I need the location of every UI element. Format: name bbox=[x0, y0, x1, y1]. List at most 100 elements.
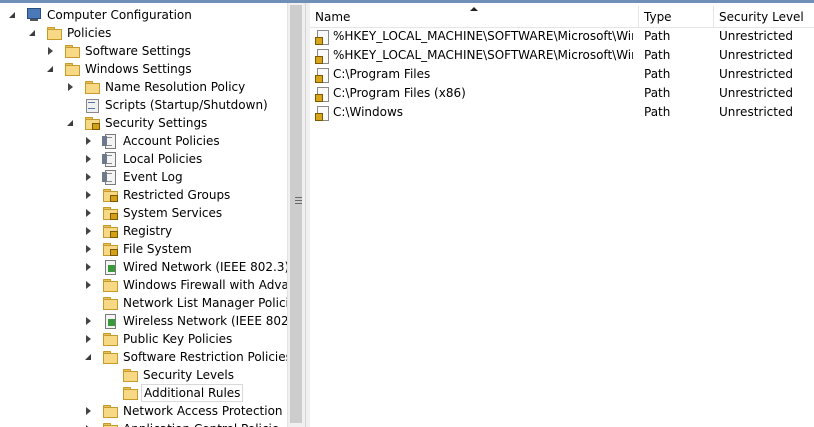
column-header-security-level[interactable]: Security Level bbox=[714, 6, 814, 27]
tree-node-label: Policies bbox=[67, 26, 112, 40]
cell-level: Unrestricted bbox=[719, 67, 793, 81]
expanded-triangle-icon[interactable] bbox=[28, 24, 38, 42]
cell-type: Path bbox=[644, 105, 671, 119]
tree-node-label: Account Policies bbox=[123, 134, 220, 148]
tree-node-label: Network Access Protection bbox=[123, 404, 283, 418]
folder-icon bbox=[102, 295, 118, 311]
tree-node[interactable]: Local Policies bbox=[0, 150, 287, 168]
expanded-triangle-icon[interactable] bbox=[66, 114, 76, 132]
console-tree[interactable]: Computer Configuration Policies Software S… bbox=[0, 3, 287, 427]
tree-node[interactable]: System Services bbox=[0, 204, 287, 222]
collapsed-triangle-icon[interactable] bbox=[84, 222, 94, 240]
list-item[interactable]: C:\Program Files (x86) Path Unrestricted bbox=[310, 84, 814, 103]
tree-node[interactable]: Scripts (Startup/Shutdown) bbox=[0, 96, 287, 114]
list-item[interactable]: C:\Windows Path Unrestricted bbox=[310, 103, 814, 122]
tree-node[interactable]: Computer Configuration bbox=[0, 6, 287, 24]
tree-node-label: File System bbox=[123, 242, 192, 256]
column-header-name[interactable]: Name bbox=[310, 6, 639, 27]
tree-node[interactable]: Security Levels bbox=[0, 366, 287, 384]
collapsed-triangle-icon[interactable] bbox=[84, 240, 94, 258]
tree-node[interactable]: Windows Firewall with Advanc bbox=[0, 276, 287, 294]
tree-scrollbar-thumb[interactable] bbox=[290, 5, 302, 423]
tree-node[interactable]: Network List Manager Policies bbox=[0, 294, 287, 312]
column-header-name-label: Name bbox=[315, 10, 351, 24]
column-header-security-level-label: Security Level bbox=[719, 10, 804, 24]
tree-node-label: Wireless Network (IEEE 802.11) bbox=[123, 314, 287, 328]
rules-list-view[interactable]: Name Type Security Level %HKEY_LOCAL_MAC… bbox=[310, 3, 814, 427]
tree-node[interactable]: Registry bbox=[0, 222, 287, 240]
list-item[interactable]: C:\Program Files Path Unrestricted bbox=[310, 65, 814, 84]
tree-node[interactable]: Account Policies bbox=[0, 132, 287, 150]
folder-icon bbox=[102, 349, 118, 365]
tree-node[interactable]: Wired Network (IEEE 802.3) Pol bbox=[0, 258, 287, 276]
tree-node-label: Software Restriction Policies bbox=[123, 350, 287, 364]
folder-icon bbox=[64, 43, 80, 59]
collapsed-triangle-icon[interactable] bbox=[84, 420, 94, 427]
collapsed-triangle-icon[interactable] bbox=[84, 402, 94, 420]
tree-node[interactable]: Restricted Groups bbox=[0, 186, 287, 204]
tree-node-label: Windows Settings bbox=[85, 62, 192, 76]
tree-node[interactable]: Policies bbox=[0, 24, 287, 42]
tree-node[interactable]: Public Key Policies bbox=[0, 330, 287, 348]
tree-node-label: Security Levels bbox=[143, 368, 235, 382]
list-item[interactable]: %HKEY_LOCAL_MACHINE\SOFTWARE\Microsoft\W… bbox=[310, 27, 814, 46]
policy-icon bbox=[102, 133, 118, 149]
cell-level: Unrestricted bbox=[719, 48, 793, 62]
collapsed-triangle-icon[interactable] bbox=[84, 186, 94, 204]
cell-level: Unrestricted bbox=[719, 105, 793, 119]
column-header-type[interactable]: Type bbox=[639, 6, 714, 27]
lock-folder-icon bbox=[102, 187, 118, 203]
tree-node-label: Local Policies bbox=[123, 152, 203, 166]
tree-node[interactable]: Network Access Protection bbox=[0, 402, 287, 420]
cell-type: Path bbox=[644, 67, 671, 81]
tree-node-label: Scripts (Startup/Shutdown) bbox=[105, 98, 268, 112]
collapsed-triangle-icon[interactable] bbox=[84, 132, 94, 150]
tree-node[interactable]: File System bbox=[0, 240, 287, 258]
tree-node-label: Windows Firewall with Advanc bbox=[123, 278, 287, 292]
tree-node-label: Software Settings bbox=[85, 44, 191, 58]
tree-node-label: Wired Network (IEEE 802.3) Pol bbox=[123, 260, 287, 274]
path-rule-icon bbox=[314, 86, 330, 102]
folder-icon bbox=[102, 277, 118, 293]
tree-vertical-scrollbar[interactable] bbox=[287, 3, 305, 427]
cell-name: %HKEY_LOCAL_MACHINE\SOFTWARE\Microsoft\W… bbox=[333, 48, 633, 62]
policy-icon bbox=[102, 151, 118, 167]
expanded-triangle-icon[interactable] bbox=[8, 6, 18, 24]
expanded-triangle-icon[interactable] bbox=[46, 60, 56, 78]
collapsed-triangle-icon[interactable] bbox=[84, 204, 94, 222]
folder-icon bbox=[102, 403, 118, 419]
collapsed-triangle-icon[interactable] bbox=[84, 150, 94, 168]
tree-node-label: Public Key Policies bbox=[123, 332, 233, 346]
collapsed-triangle-icon[interactable] bbox=[66, 78, 76, 96]
folder-icon bbox=[122, 385, 138, 401]
collapsed-triangle-icon[interactable] bbox=[84, 258, 94, 276]
tree-node-label: Application Control Policie bbox=[121, 420, 281, 427]
tree-node[interactable]: Software Restriction Policies bbox=[0, 348, 287, 366]
list-item[interactable]: %HKEY_LOCAL_MACHINE\SOFTWARE\Microsoft\W… bbox=[310, 46, 814, 65]
cell-type: Path bbox=[644, 48, 671, 62]
path-rule-icon bbox=[314, 105, 330, 121]
cell-name: C:\Windows bbox=[333, 105, 404, 119]
tree-node[interactable]: Windows Settings bbox=[0, 60, 287, 78]
collapsed-triangle-icon[interactable] bbox=[84, 168, 94, 186]
folder-icon bbox=[102, 331, 118, 347]
sort-ascending-icon bbox=[470, 7, 478, 11]
collapsed-triangle-icon[interactable] bbox=[84, 330, 94, 348]
cell-level: Unrestricted bbox=[719, 86, 793, 100]
tree-node[interactable]: Name Resolution Policy bbox=[0, 78, 287, 96]
expanded-triangle-icon[interactable] bbox=[84, 348, 94, 366]
tree-node[interactable]: Wireless Network (IEEE 802.11) bbox=[0, 312, 287, 330]
collapsed-triangle-icon[interactable] bbox=[84, 312, 94, 330]
tree-node[interactable]: Security Settings bbox=[0, 114, 287, 132]
scrollbar-grip-icon bbox=[295, 197, 302, 198]
tree-node[interactable]: Application Control Policie bbox=[0, 420, 287, 427]
path-rule-icon bbox=[314, 29, 330, 45]
tree-node[interactable]: Software Settings bbox=[0, 42, 287, 60]
tree-node-label: Computer Configuration bbox=[47, 8, 192, 22]
tree-node-label: Additional Rules bbox=[141, 384, 244, 402]
tree-node[interactable]: Additional Rules bbox=[0, 384, 287, 402]
collapsed-triangle-icon[interactable] bbox=[46, 42, 56, 60]
tree-node[interactable]: Event Log bbox=[0, 168, 287, 186]
column-header-type-label: Type bbox=[644, 10, 672, 24]
collapsed-triangle-icon[interactable] bbox=[84, 276, 94, 294]
